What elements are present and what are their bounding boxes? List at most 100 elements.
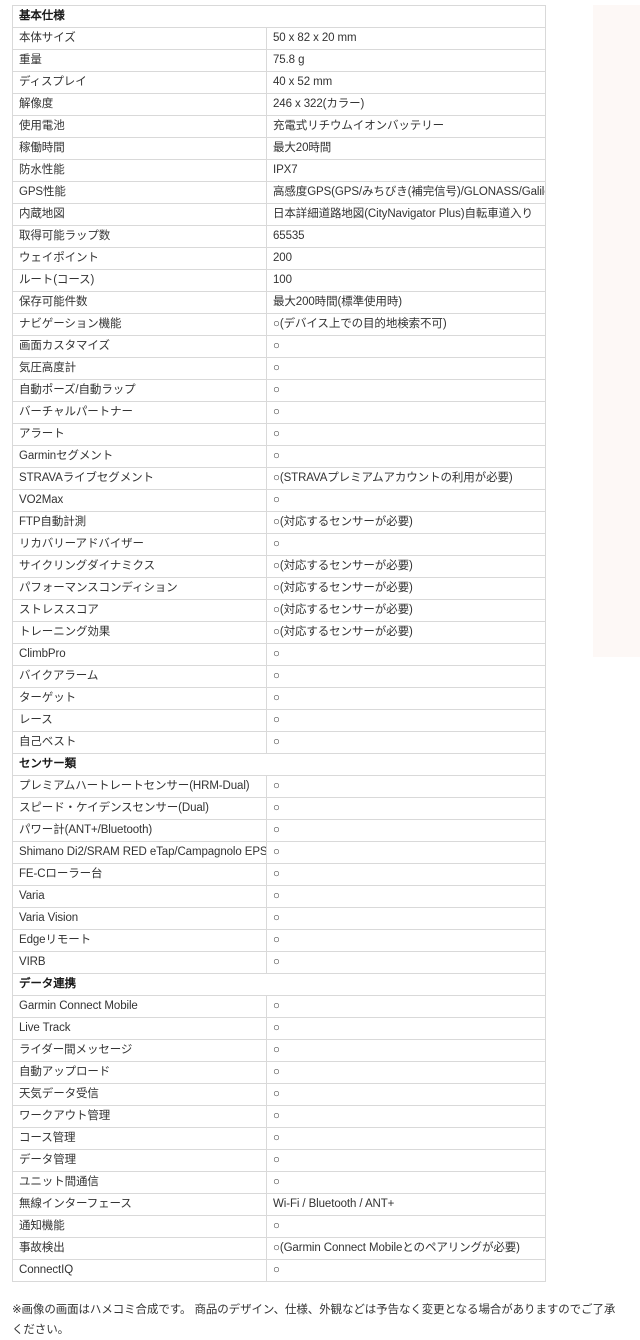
spec-value: 充電式リチウムイオンバッテリー: [265, 115, 547, 138]
table-row: ワークアウト管理 ○: [12, 1105, 547, 1128]
spec-value: ○: [265, 379, 547, 402]
spec-label: 防水性能: [12, 159, 267, 182]
table-row: レース ○: [12, 709, 547, 732]
spec-value: ○: [265, 1149, 547, 1172]
spec-label: ライダー間メッセージ: [12, 1039, 267, 1062]
table-row: バイクアラーム ○: [12, 665, 547, 688]
spec-label: 使用電池: [12, 115, 267, 138]
spec-label: サイクリングダイナミクス: [12, 555, 267, 578]
section-header-row: 基本仕様: [11, 5, 547, 28]
spec-value: ○: [265, 863, 547, 886]
spec-label: 解像度: [12, 93, 267, 116]
spec-label: 天気データ受信: [12, 1083, 267, 1106]
table-row: 天気データ受信 ○: [12, 1083, 547, 1106]
spec-label: Garminセグメント: [12, 445, 267, 468]
spec-label: Varia Vision: [12, 907, 267, 930]
spec-label: Shimano Di2/SRAM RED eTap/Campagnolo EPS: [12, 841, 267, 864]
spec-label: FE-Cローラー台: [12, 863, 267, 886]
table-row: ConnectIQ ○: [12, 1259, 547, 1282]
spec-label: 稼働時間: [12, 137, 267, 160]
spec-value: ○: [265, 335, 547, 358]
table-row: 取得可能ラップ数 65535: [12, 225, 547, 248]
spec-value: ○: [265, 1105, 547, 1128]
table-row: 解像度 246 x 322(カラー): [12, 93, 547, 116]
spec-value: ○: [265, 885, 547, 908]
spec-label: スピード・ケイデンスセンサー(Dual): [12, 797, 267, 820]
spec-value: ○(対応するセンサーが必要): [265, 555, 547, 578]
spec-label: Live Track: [12, 1017, 267, 1040]
specification-table: 基本仕様 本体サイズ 50 x 82 x 20 mm 重量 75.8 g ディスプレイ 40…: [11, 5, 547, 1282]
spec-value: 日本詳細道路地図(CityNavigator Plus)自転車道入り: [265, 203, 547, 226]
spec-value: ○: [265, 489, 547, 512]
spec-value: ○: [265, 643, 547, 666]
section-header-label: 基本仕様: [11, 5, 547, 28]
section-header-row: センサー類: [11, 753, 547, 776]
spec-value: 最大200時間(標準使用時): [265, 291, 547, 314]
table-row: 使用電池 充電式リチウムイオンバッテリー: [12, 115, 547, 138]
spec-label: ルート(コース): [12, 269, 267, 292]
spec-value: ○: [265, 665, 547, 688]
table-row: プレミアムハートレートセンサー(HRM-Dual) ○: [12, 775, 547, 798]
spec-value: ○: [265, 445, 547, 468]
spec-value: Wi-Fi / Bluetooth / ANT+: [265, 1193, 547, 1216]
table-row: 事故検出 ○(Garmin Connect Mobileとのペアリングが必要): [12, 1237, 547, 1260]
table-row: パワー計(ANT+/Bluetooth) ○: [12, 819, 547, 842]
spec-value: ○: [265, 995, 547, 1018]
spec-value: ○: [265, 401, 547, 424]
table-row: サイクリングダイナミクス ○(対応するセンサーが必要): [12, 555, 547, 578]
spec-label: レース: [12, 709, 267, 732]
spec-label: データ管理: [12, 1149, 267, 1172]
spec-value: IPX7: [265, 159, 547, 182]
spec-value: ○: [265, 357, 547, 380]
table-row: 通知機能 ○: [12, 1215, 547, 1238]
spec-value: 100: [265, 269, 547, 292]
spec-value: ○: [265, 731, 547, 754]
spec-value: 最大20時間: [265, 137, 547, 160]
spec-label: パワー計(ANT+/Bluetooth): [12, 819, 267, 842]
table-row: Shimano Di2/SRAM RED eTap/Campagnolo EPS…: [12, 841, 547, 864]
spec-label: 本体サイズ: [12, 27, 267, 50]
spec-label: ストレススコア: [12, 599, 267, 622]
table-row: 無線インターフェース Wi-Fi / Bluetooth / ANT+: [12, 1193, 547, 1216]
spec-label: VIRB: [12, 951, 267, 974]
table-row: 自動ポーズ/自動ラップ ○: [12, 379, 547, 402]
spec-label: FTP自動計測: [12, 511, 267, 534]
table-row: ルート(コース) 100: [12, 269, 547, 292]
spec-label: プレミアムハートレートセンサー(HRM-Dual): [12, 775, 267, 798]
table-row: ディスプレイ 40 x 52 mm: [12, 71, 547, 94]
spec-value: ○(対応するセンサーが必要): [265, 621, 547, 644]
table-row: GPS性能 高感度GPS(GPS/みちびき(補完信号)/GLONASS/Galil…: [12, 181, 547, 204]
spec-value: ○(対応するセンサーが必要): [265, 599, 547, 622]
spec-value: ○: [265, 797, 547, 820]
table-row: パフォーマンスコンディション ○(対応するセンサーが必要): [12, 577, 547, 600]
table-row: VIRB ○: [12, 951, 547, 974]
table-row: 稼働時間 最大20時間: [12, 137, 547, 160]
spec-label: ConnectIQ: [12, 1259, 267, 1282]
table-row: ウェイポイント 200: [12, 247, 547, 270]
spec-label: Garmin Connect Mobile: [12, 995, 267, 1018]
spec-label: 自動アップロード: [12, 1061, 267, 1084]
specification-table-body: 基本仕様 本体サイズ 50 x 82 x 20 mm 重量 75.8 g ディスプレイ 40…: [11, 5, 547, 1282]
spec-label: 無線インターフェース: [12, 1193, 267, 1216]
table-row: 自動アップロード ○: [12, 1061, 547, 1084]
spec-label: 保存可能件数: [12, 291, 267, 314]
spec-label: ディスプレイ: [12, 71, 267, 94]
spec-value: 50 x 82 x 20 mm: [265, 27, 547, 50]
spec-label: 重量: [12, 49, 267, 72]
spec-value: ○: [265, 1061, 547, 1084]
spec-value: ○: [265, 1171, 547, 1194]
spec-value: 65535: [265, 225, 547, 248]
spec-value: ○: [265, 687, 547, 710]
table-row: ClimbPro ○: [12, 643, 547, 666]
section-header-label: データ連携: [11, 973, 547, 996]
spec-value: ○: [265, 929, 547, 952]
spec-label: ナビゲーション機能: [12, 313, 267, 336]
table-row: ユニット間通信 ○: [12, 1171, 547, 1194]
spec-label: Varia: [12, 885, 267, 908]
table-row: スピード・ケイデンスセンサー(Dual) ○: [12, 797, 547, 820]
table-row: 自己ベスト ○: [12, 731, 547, 754]
spec-label: バイクアラーム: [12, 665, 267, 688]
spec-value: ○: [265, 1215, 547, 1238]
table-row: リカバリーアドバイザー ○: [12, 533, 547, 556]
spec-value: ○: [265, 951, 547, 974]
